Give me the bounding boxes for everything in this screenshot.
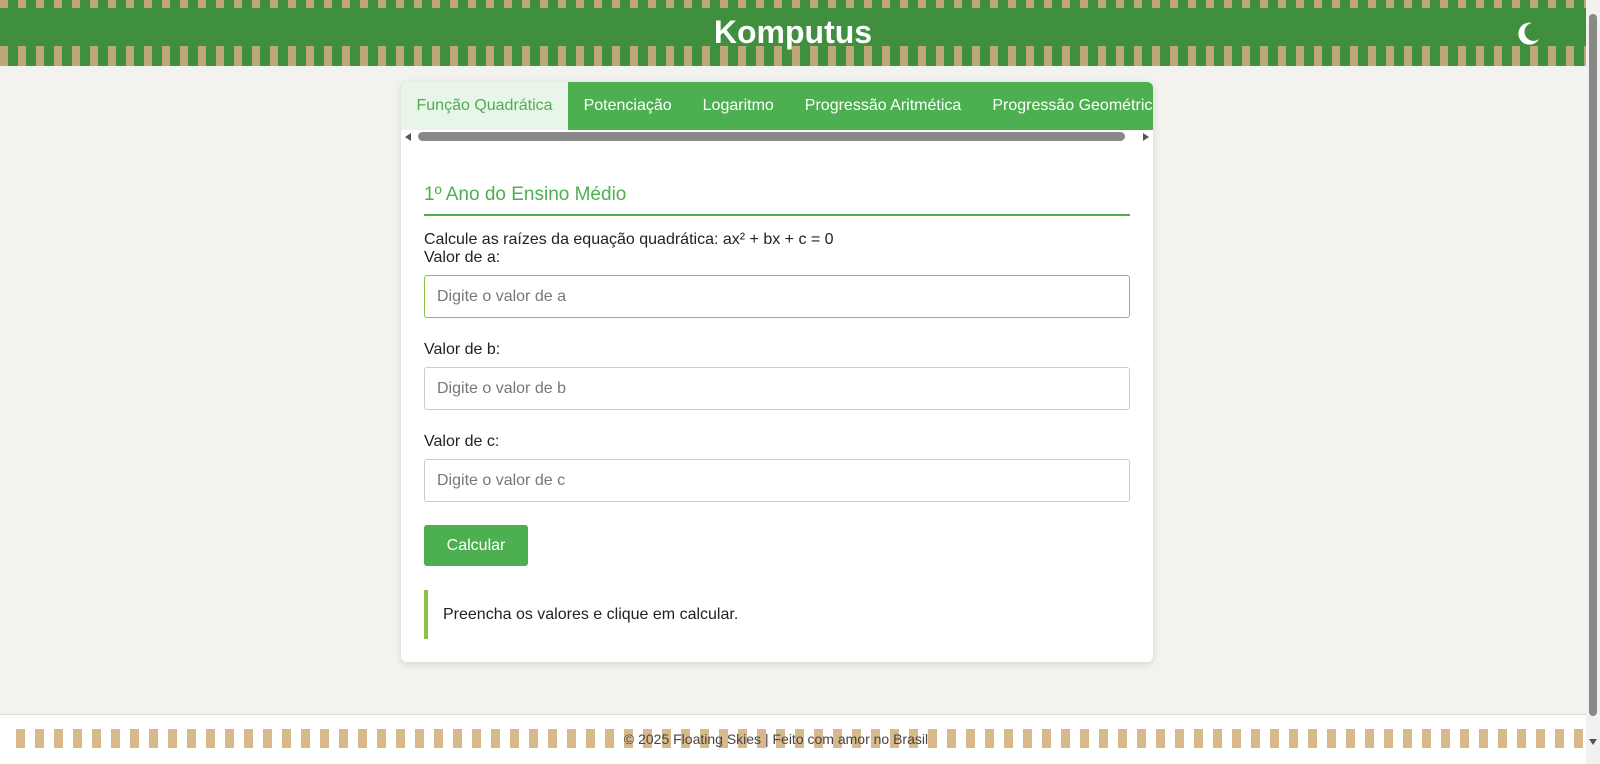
tabs-horizontal-scrollbar[interactable]	[401, 130, 1153, 144]
input-c[interactable]	[424, 459, 1130, 502]
theme-toggle-button[interactable]	[1512, 18, 1544, 50]
input-b[interactable]	[424, 367, 1130, 410]
scroll-right-icon[interactable]	[1143, 133, 1149, 141]
scroll-down-icon[interactable]	[1589, 739, 1597, 745]
tab-bar: Função Quadrática Potenciação Logaritmo …	[401, 82, 1153, 130]
label-b: Valor de b:	[424, 341, 501, 358]
calculate-button[interactable]: Calcular	[424, 525, 528, 566]
page-vertical-scrollbar[interactable]	[1586, 0, 1600, 763]
label-c: Valor de c:	[424, 433, 500, 450]
calculator-card: Função Quadrática Potenciação Logaritmo …	[401, 82, 1153, 662]
tab-potenciacao[interactable]: Potenciação	[568, 82, 687, 130]
section-title: 1º Ano do Ensino Médio	[424, 184, 1130, 216]
scroll-left-icon[interactable]	[405, 133, 411, 141]
input-a[interactable]	[424, 275, 1130, 318]
tab-funcao-quadratica[interactable]: Função Quadrática	[401, 82, 569, 130]
tab-progressao-geometrica[interactable]: Progressão Geométrica	[977, 82, 1153, 130]
page-footer: © 2025 Floating Skies | Feito com amor n…	[0, 714, 1586, 764]
tab-logaritmo[interactable]: Logaritmo	[687, 82, 789, 130]
result-message: Preencha os valores e clique em calcular…	[424, 590, 1130, 639]
equation-description: Calcule as raízes da equação quadrática:…	[424, 231, 834, 248]
scrollbar-thumb[interactable]	[418, 132, 1125, 141]
app-header: Komputus	[0, 0, 1586, 66]
footer-text: © 2025 Floating Skies | Feito com amor n…	[623, 731, 929, 747]
app-title: Komputus	[713, 14, 873, 50]
moon-icon	[1518, 22, 1539, 45]
page-scrollbar-thumb[interactable]	[1589, 14, 1597, 716]
tab-progressao-aritmetica[interactable]: Progressão Aritmética	[789, 82, 977, 130]
label-a: Valor de a:	[424, 249, 501, 266]
